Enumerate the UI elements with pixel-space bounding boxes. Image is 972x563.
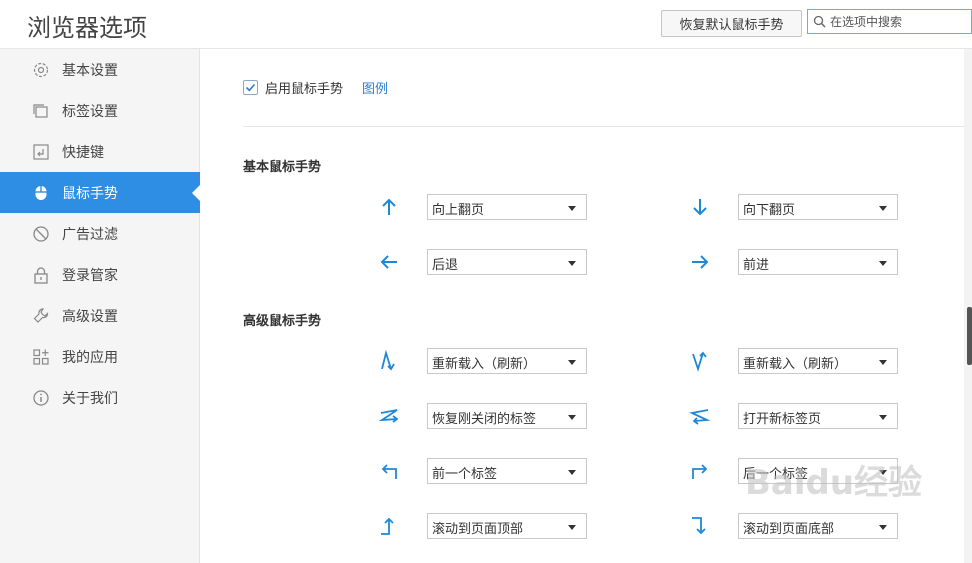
arrow-up-icon	[382, 198, 396, 215]
chevron-down-icon	[568, 470, 576, 475]
tab-icon	[33, 104, 48, 118]
chevron-down-icon	[879, 206, 887, 211]
gesture-right-down-select[interactable]: 滚动到页面底部	[738, 513, 898, 539]
advanced-gestures-title: 高级鼠标手势	[243, 314, 322, 329]
sidebar-item-label: 鼠标手势	[62, 186, 118, 202]
sidebar-item-label: 快捷键	[62, 145, 104, 161]
sidebar-item-shortcuts[interactable]: 快捷键	[0, 131, 200, 172]
chevron-down-icon	[568, 261, 576, 266]
sidebar-item-basic-settings[interactable]: 基本设置	[0, 49, 200, 90]
example-link[interactable]: 图例	[362, 78, 388, 97]
restore-default-gestures-button[interactable]: 恢复默认鼠标手势	[661, 10, 802, 37]
search-icon	[813, 15, 826, 28]
mouse-icon	[35, 186, 47, 200]
gesture-left-up-select[interactable]: 滚动到页面顶部	[427, 513, 587, 539]
sidebar-item-my-apps[interactable]: 我的应用	[0, 336, 200, 377]
sidebar-item-mouse-gestures[interactable]: 鼠标手势	[0, 172, 200, 213]
select-value: 向下翻页	[743, 203, 796, 218]
sidebar-item-login-manager[interactable]: 登录管家	[0, 254, 200, 295]
gesture-right-down-icon	[692, 517, 706, 535]
sidebar: 基本设置 标签设置 快捷键 鼠标手势 广告过滤 登录管家 高级设置 我的应用 关…	[0, 49, 200, 563]
apps-icon	[33, 349, 49, 365]
enable-gestures-row: 启用鼠标手势 图例	[243, 78, 388, 97]
header: 浏览器选项 恢复默认鼠标手势	[0, 0, 972, 49]
select-value: 前一个标签	[432, 467, 498, 482]
chevron-down-icon	[879, 261, 887, 266]
gesture-up-down-icon	[381, 350, 395, 371]
select-value: 后一个标签	[743, 467, 809, 482]
search-input[interactable]	[830, 12, 970, 31]
sidebar-item-label: 登录管家	[62, 268, 118, 284]
select-value: 滚动到页面顶部	[432, 522, 524, 537]
chevron-down-icon	[568, 525, 576, 530]
arrow-right-icon	[692, 255, 709, 269]
arrow-left-icon	[380, 255, 397, 269]
gesture-right-select[interactable]: 前进	[738, 249, 898, 275]
gesture-right-left-icon	[378, 409, 399, 423]
gesture-down-up-select[interactable]: 重新载入（刷新）	[738, 348, 898, 374]
chevron-down-icon	[879, 525, 887, 530]
keyboard-icon	[33, 144, 49, 160]
gesture-left-right-select[interactable]: 打开新标签页	[738, 403, 898, 429]
divider	[243, 126, 972, 127]
sidebar-item-label: 基本设置	[62, 63, 118, 79]
gesture-up-down-select[interactable]: 重新载入（刷新）	[427, 348, 587, 374]
block-icon	[33, 226, 49, 242]
select-value: 后退	[432, 258, 459, 273]
scrollbar-thumb[interactable]	[967, 307, 972, 365]
gesture-right-left-select[interactable]: 恢复刚关闭的标签	[427, 403, 587, 429]
select-value: 打开新标签页	[743, 412, 822, 427]
gesture-left-up-icon	[381, 517, 394, 535]
gesture-up-select[interactable]: 向上翻页	[427, 194, 587, 220]
chevron-down-icon	[879, 470, 887, 475]
gear-icon	[33, 62, 49, 78]
chevron-down-icon	[568, 415, 576, 420]
sidebar-item-about-us[interactable]: 关于我们	[0, 377, 200, 418]
sidebar-item-advanced-settings[interactable]: 高级设置	[0, 295, 200, 336]
sidebar-item-label: 关于我们	[62, 391, 118, 407]
gesture-down-select[interactable]: 向下翻页	[738, 194, 898, 220]
select-value: 前进	[743, 258, 770, 273]
gesture-down-up-icon	[692, 351, 707, 372]
select-value: 滚动到页面底部	[743, 522, 835, 537]
sidebar-item-label: 高级设置	[62, 309, 118, 325]
chevron-down-icon	[879, 415, 887, 420]
main-content: 启用鼠标手势 图例 基本鼠标手势 向上翻页 向下翻页 后退 前进 高级鼠标手势 …	[201, 49, 972, 563]
enable-gestures-checkbox[interactable]	[243, 80, 258, 95]
gesture-up-right-select[interactable]: 后一个标签	[738, 458, 898, 484]
select-value: 向上翻页	[432, 203, 485, 218]
scrollbar[interactable]	[964, 49, 972, 563]
select-value: 重新载入（刷新）	[432, 357, 537, 372]
gesture-left-select[interactable]: 后退	[427, 249, 587, 275]
select-value: 重新载入（刷新）	[743, 357, 848, 372]
select-value: 恢复刚关闭的标签	[432, 412, 537, 427]
lock-icon	[34, 267, 48, 284]
sidebar-item-label: 标签设置	[62, 104, 118, 120]
enable-gestures-label: 启用鼠标手势	[265, 82, 344, 97]
page-title: 浏览器选项	[27, 14, 147, 42]
search-box[interactable]	[807, 9, 972, 34]
sidebar-item-label: 我的应用	[62, 350, 118, 366]
basic-gestures-title: 基本鼠标手势	[243, 160, 322, 175]
info-icon	[33, 390, 49, 406]
gesture-left-right-icon	[689, 409, 711, 425]
chevron-down-icon	[879, 360, 887, 365]
wrench-icon	[33, 308, 49, 323]
sidebar-item-tab-settings[interactable]: 标签设置	[0, 90, 200, 131]
chevron-down-icon	[568, 206, 576, 211]
chevron-down-icon	[568, 360, 576, 365]
sidebar-item-ad-filter[interactable]: 广告过滤	[0, 213, 200, 254]
arrow-down-icon	[693, 199, 707, 216]
gesture-up-left-icon	[381, 464, 397, 479]
gesture-up-right-icon	[692, 464, 708, 479]
sidebar-item-label: 广告过滤	[62, 227, 118, 243]
gesture-up-left-select[interactable]: 前一个标签	[427, 458, 587, 484]
checkmark-icon	[245, 83, 256, 92]
